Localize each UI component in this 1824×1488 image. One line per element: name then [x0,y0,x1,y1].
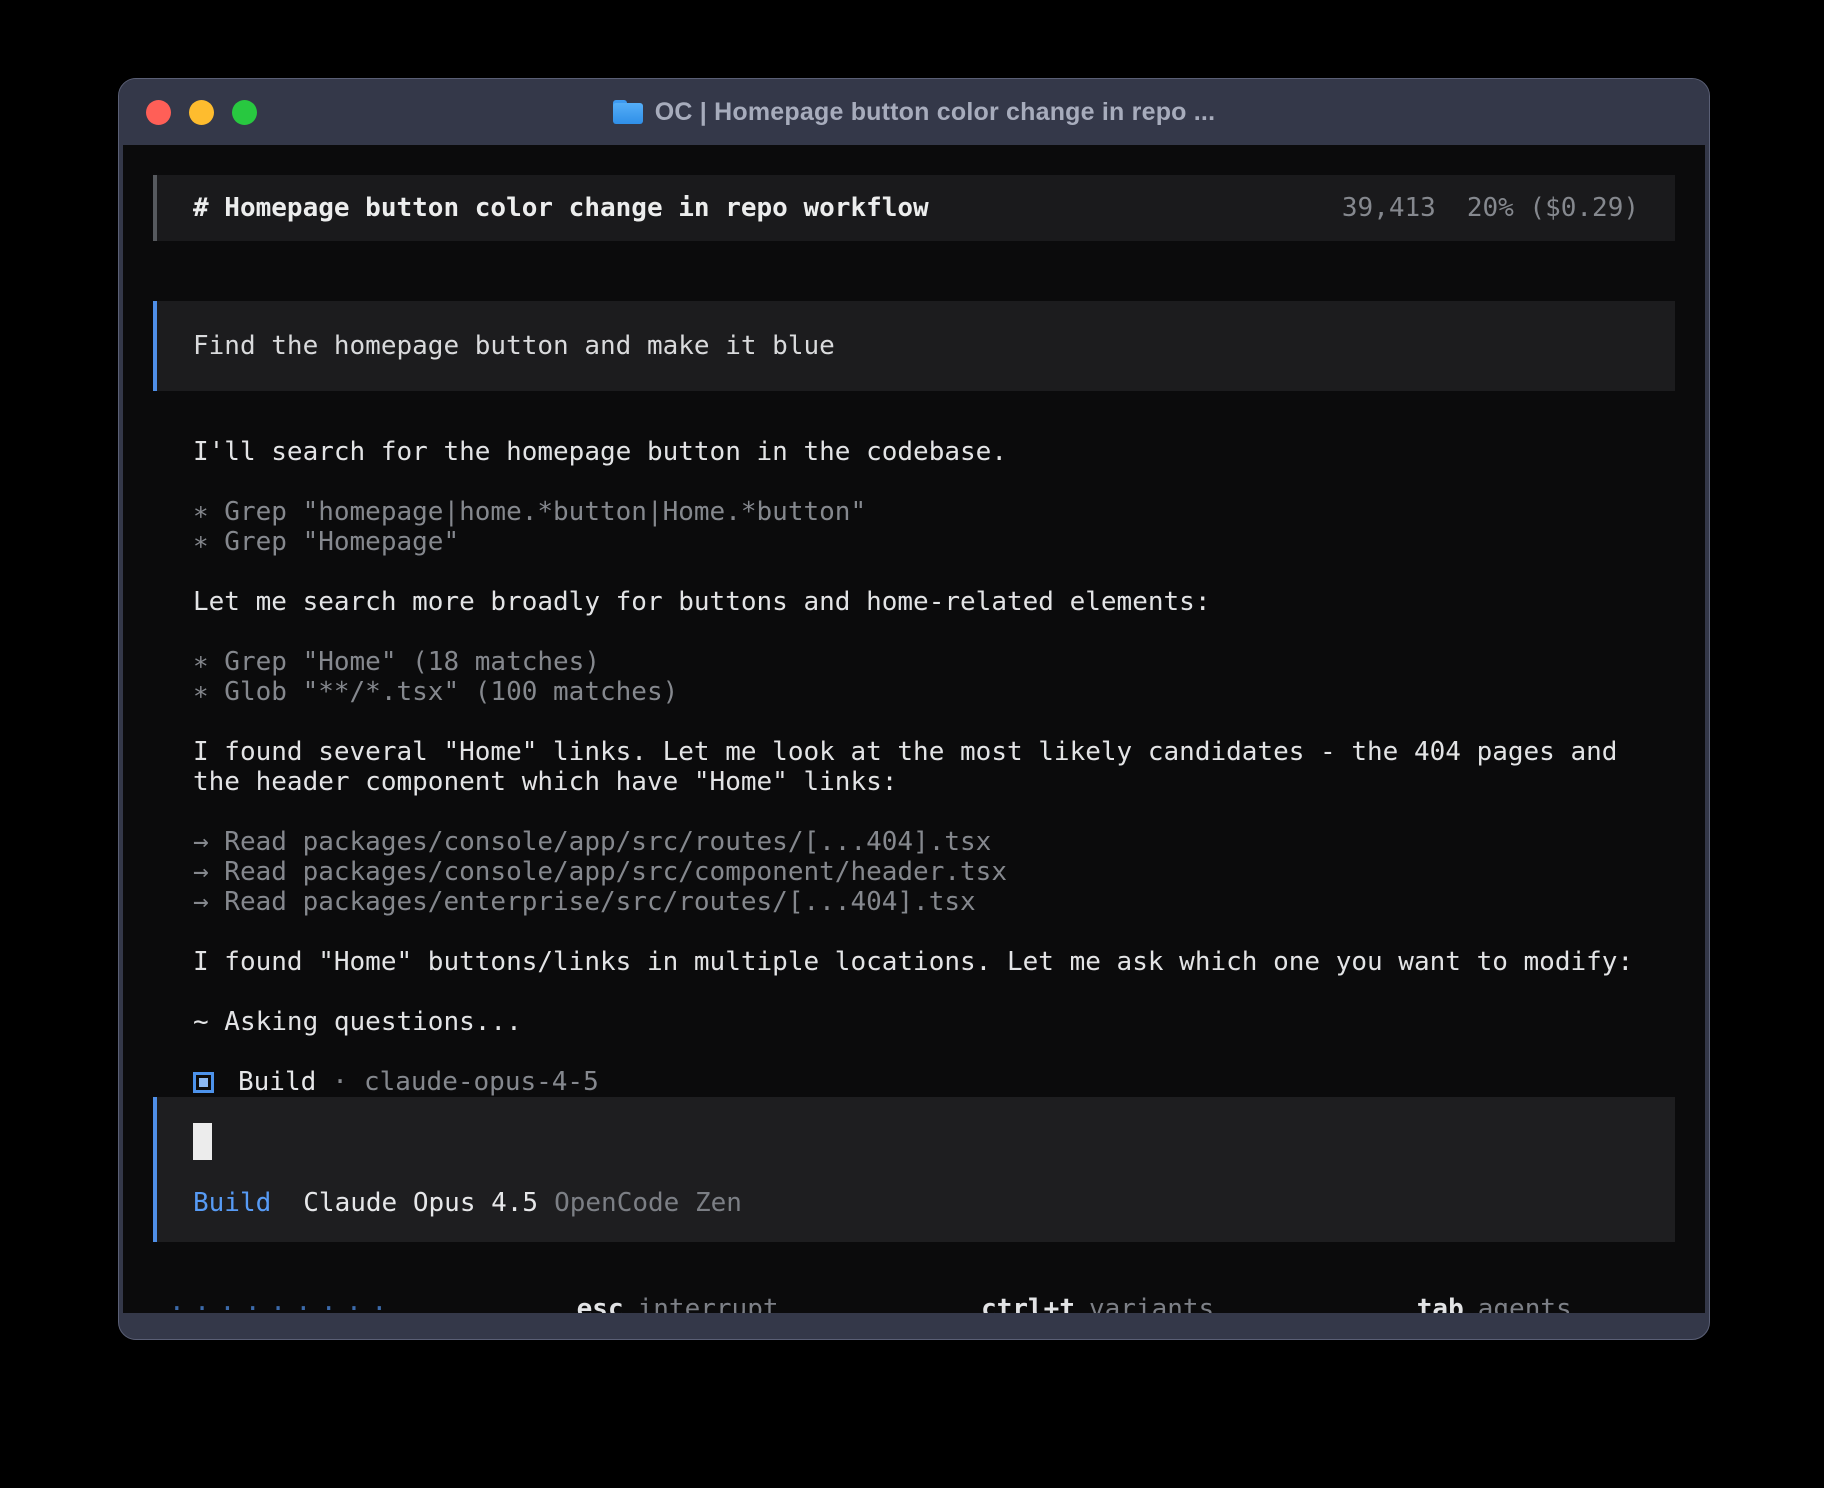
user-message-text: Find the homepage button and make it blu… [193,331,835,361]
hint-variants: ctrl+t variants [825,1264,1215,1313]
hint-agents: tab agents [1260,1264,1571,1313]
tool-call-group: ∗ Grep "homepage|home.*button|Home.*butt… [193,497,1675,557]
tool-call-grep: ∗ Grep "homepage|home.*button|Home.*butt… [193,497,1675,527]
assistant-response: I'll search for the homepage button in t… [153,437,1675,1097]
folder-icon [613,100,643,124]
terminal-content: # Homepage button color change in repo w… [123,145,1705,1313]
hint-key: ctrl+t [981,1294,1075,1313]
agent-status-line: Build · claude-opus-4-5 [193,1067,1675,1097]
hint-label: agents [1478,1294,1572,1313]
tool-call-read: → Read packages/enterprise/src/routes/[.… [193,887,1675,917]
minimize-button[interactable] [189,100,214,125]
tool-call-grep: ∗ Grep "Homepage" [193,527,1675,557]
traffic-lights [146,100,257,125]
user-message: Find the homepage button and make it blu… [153,301,1675,391]
active-model: Claude Opus 4.5 [303,1188,538,1218]
agent-model: claude-opus-4-5 [364,1067,599,1097]
terminal-window: OC | Homepage button color change in rep… [118,78,1710,1340]
working-status: ~ Asking questions... [193,1007,1675,1037]
tool-call-grep: ∗ Grep "Home" (18 matches) [193,647,1675,677]
model-provider: OpenCode Zen [554,1188,742,1218]
prompt-input[interactable]: Build Claude Opus 4.5 OpenCode Zen [153,1097,1675,1242]
close-button[interactable] [146,100,171,125]
status-bar-left: · · · · · · · · · esc interrupt [169,1264,779,1313]
hint-label: variants [1089,1294,1214,1313]
token-count: 39,413 [1342,193,1436,223]
hint-interrupt: esc interrupt [420,1264,778,1313]
assistant-paragraph: Let me search more broadly for buttons a… [193,587,1675,617]
context-usage: 20% ($0.29) [1467,193,1639,223]
window-title: OC | Homepage button color change in rep… [655,98,1215,127]
assistant-paragraph: I found several "Home" links. Let me loo… [193,737,1675,797]
agent-name: Build [238,1067,316,1097]
hint-label: interrupt [638,1294,779,1313]
assistant-paragraph: I found "Home" buttons/links in multiple… [193,947,1675,977]
assistant-paragraph: I'll search for the homepage button in t… [193,437,1675,467]
session-header: # Homepage button color change in repo w… [153,175,1675,241]
tool-call-group: → Read packages/console/app/src/routes/[… [193,827,1675,917]
status-bar-right: ctrl+t variants tab agents ctrl+pcommands [779,1264,1705,1313]
tool-call-read: → Read packages/console/app/src/routes/[… [193,827,1675,857]
tool-call-group: ∗ Grep "Home" (18 matches) ∗ Glob "**/*.… [193,647,1675,707]
hint-key: tab [1417,1294,1464,1313]
input-model-line: Build Claude Opus 4.5 OpenCode Zen [193,1188,1639,1218]
hint-key: esc [577,1294,624,1313]
session-title: # Homepage button color change in repo w… [193,193,929,223]
tool-call-read: → Read packages/console/app/src/componen… [193,857,1675,887]
window-titlebar[interactable]: OC | Homepage button color change in rep… [119,79,1709,145]
separator-dot: · [332,1067,348,1097]
agent-badge-icon [193,1072,214,1093]
session-stats: 39,413 20% ($0.29) [1342,193,1639,223]
hint-commands: ctrl+pcommands [1618,1264,1705,1313]
active-agent: Build [193,1188,271,1218]
zoom-button[interactable] [232,100,257,125]
status-bar: · · · · · · · · · esc interrupt ctrl+t var… [153,1264,1675,1313]
text-cursor [193,1123,212,1160]
spinner-dots-icon: · · · · · · · · · [169,1294,384,1313]
tool-call-glob: ∗ Glob "**/*.tsx" (100 matches) [193,677,1675,707]
